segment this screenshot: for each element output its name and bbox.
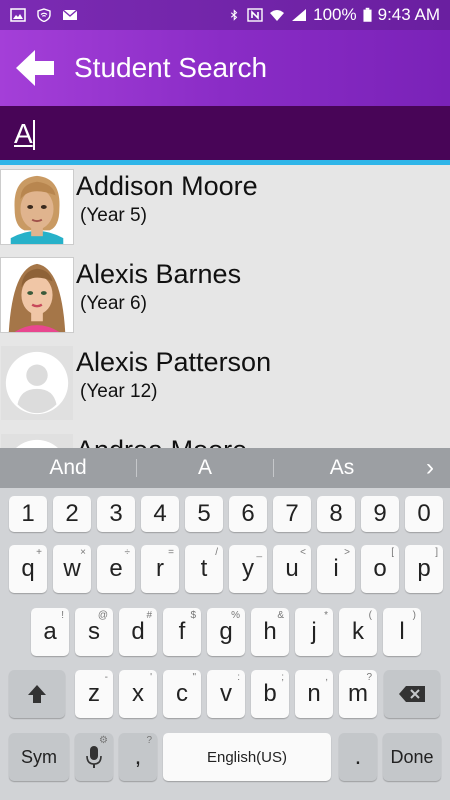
wifi-icon xyxy=(270,10,285,21)
on-screen-keyboard: And A As › 1 2 3 4 5 6 7 8 9 0 q + w × e ÷ … xyxy=(0,448,450,800)
key-i[interactable]: i > xyxy=(317,545,355,593)
student-year: (Year 6) xyxy=(80,293,147,314)
letter-row-1: q + w × e ÷ r = t / y _ u < i > o[ p] xyxy=(0,545,450,593)
student-list[interactable]: Addison Moore (Year 5) Alexis Barnes (Ye… xyxy=(0,165,450,448)
key-n[interactable]: n, xyxy=(295,670,333,718)
student-name: Alexis Barnes xyxy=(76,259,242,289)
key-a[interactable]: a! xyxy=(31,608,69,656)
key-g[interactable]: g% xyxy=(207,608,245,656)
student-row-andrea-moore[interactable]: Andrea Moore xyxy=(0,429,450,448)
voice-input-key[interactable]: ⚙ xyxy=(75,733,113,781)
student-row-alexis-barnes[interactable]: Alexis Barnes (Year 6) xyxy=(0,253,450,341)
key-7[interactable]: 7 xyxy=(273,496,311,532)
key-e[interactable]: e ÷ xyxy=(97,545,135,593)
sym-key[interactable]: Sym xyxy=(9,733,69,781)
key-3[interactable]: 3 xyxy=(97,496,135,532)
comma-key[interactable]: ,? xyxy=(119,733,157,781)
key-t[interactable]: t / xyxy=(185,545,223,593)
bluetooth-icon xyxy=(231,9,238,21)
bottom-row: Sym ⚙ ,? English(US) . Done xyxy=(0,733,450,781)
student-row-addison-moore[interactable]: Addison Moore (Year 5) xyxy=(0,165,450,253)
key-s[interactable]: s @ xyxy=(75,608,113,656)
page-title: Student Search xyxy=(74,52,268,83)
key-y[interactable]: y _ xyxy=(229,545,267,593)
student-year: (Year 12) xyxy=(80,381,158,402)
key-k[interactable]: k( xyxy=(339,608,377,656)
chevron-right-icon[interactable]: › xyxy=(410,454,450,482)
key-v[interactable]: v: xyxy=(207,670,245,718)
key-w[interactable]: w × xyxy=(53,545,91,593)
student-photo xyxy=(0,169,74,245)
key-2[interactable]: 2 xyxy=(53,496,91,532)
girl-long-hair-avatar-icon xyxy=(1,258,73,332)
space-key[interactable]: English(US) xyxy=(163,733,331,781)
key-x[interactable]: x ' xyxy=(119,670,157,718)
key-1[interactable]: 1 xyxy=(9,496,47,532)
backspace-key[interactable] xyxy=(384,670,440,718)
student-search-input[interactable] xyxy=(14,118,414,150)
student-photo xyxy=(0,433,74,448)
shift-arrow-icon xyxy=(28,685,46,703)
settings-gear-icon: ⚙ xyxy=(99,735,108,746)
text-cursor xyxy=(33,120,35,150)
student-name: Alexis Patterson xyxy=(76,347,272,377)
key-p[interactable]: p] xyxy=(405,545,443,593)
suggestion-3[interactable]: As xyxy=(274,456,410,480)
battery-icon xyxy=(363,7,372,22)
nfc-icon xyxy=(247,8,263,22)
done-key[interactable]: Done xyxy=(383,733,441,781)
key-6[interactable]: 6 xyxy=(229,496,267,532)
app-bar: Student Search xyxy=(0,30,450,106)
key-z[interactable]: z- xyxy=(75,670,113,718)
letter-row-2: a! s @ d # f $ g% h & j * k( l) xyxy=(0,608,450,656)
search-bar xyxy=(0,106,450,162)
key-j[interactable]: j * xyxy=(295,608,333,656)
signal-icon xyxy=(292,9,307,21)
clock: 9:43 AM xyxy=(377,5,440,24)
back-button[interactable] xyxy=(0,30,70,106)
key-0[interactable]: 0 xyxy=(405,496,443,532)
backspace-icon xyxy=(399,686,425,702)
key-5[interactable]: 5 xyxy=(185,496,223,532)
key-9[interactable]: 9 xyxy=(361,496,399,532)
key-f[interactable]: f $ xyxy=(163,608,201,656)
mail-icon xyxy=(62,9,78,20)
back-arrow-icon xyxy=(16,50,54,86)
student-row-alexis-patterson[interactable]: Alexis Patterson (Year 12) xyxy=(0,341,450,429)
key-q[interactable]: q + xyxy=(9,545,47,593)
student-photo xyxy=(0,345,74,421)
period-key[interactable]: . xyxy=(339,733,377,781)
number-row: 1 2 3 4 5 6 7 8 9 0 xyxy=(0,496,450,532)
microphone-icon xyxy=(86,746,102,768)
shift-key[interactable] xyxy=(9,670,65,718)
key-c[interactable]: c " xyxy=(163,670,201,718)
letter-row-3: z- x ' c " v: b; n, m? xyxy=(0,670,450,718)
key-h[interactable]: h & xyxy=(251,608,289,656)
key-4[interactable]: 4 xyxy=(141,496,179,532)
key-r[interactable]: r = xyxy=(141,545,179,593)
key-o[interactable]: o[ xyxy=(361,545,399,593)
student-year: (Year 5) xyxy=(80,205,147,226)
status-bar: 100% 9:43 AM xyxy=(0,0,450,30)
suggestion-1[interactable]: And xyxy=(0,456,136,480)
student-name: Andrea Moore xyxy=(76,433,247,448)
image-notification-icon xyxy=(10,8,26,22)
default-person-avatar-icon xyxy=(1,434,73,448)
key-m[interactable]: m? xyxy=(339,670,377,718)
battery-percent: 100% xyxy=(313,5,357,24)
key-d[interactable]: d # xyxy=(119,608,157,656)
student-photo xyxy=(0,257,74,333)
key-u[interactable]: u < xyxy=(273,545,311,593)
shield-wifi-icon xyxy=(37,8,51,22)
suggestion-2[interactable]: A xyxy=(137,456,273,480)
girl-short-hair-avatar-icon xyxy=(1,170,73,244)
key-b[interactable]: b; xyxy=(251,670,289,718)
key-8[interactable]: 8 xyxy=(317,496,355,532)
key-l[interactable]: l) xyxy=(383,608,421,656)
suggestion-bar: And A As › xyxy=(0,448,450,488)
student-name: Addison Moore xyxy=(76,171,258,201)
default-person-avatar-icon xyxy=(1,346,73,420)
